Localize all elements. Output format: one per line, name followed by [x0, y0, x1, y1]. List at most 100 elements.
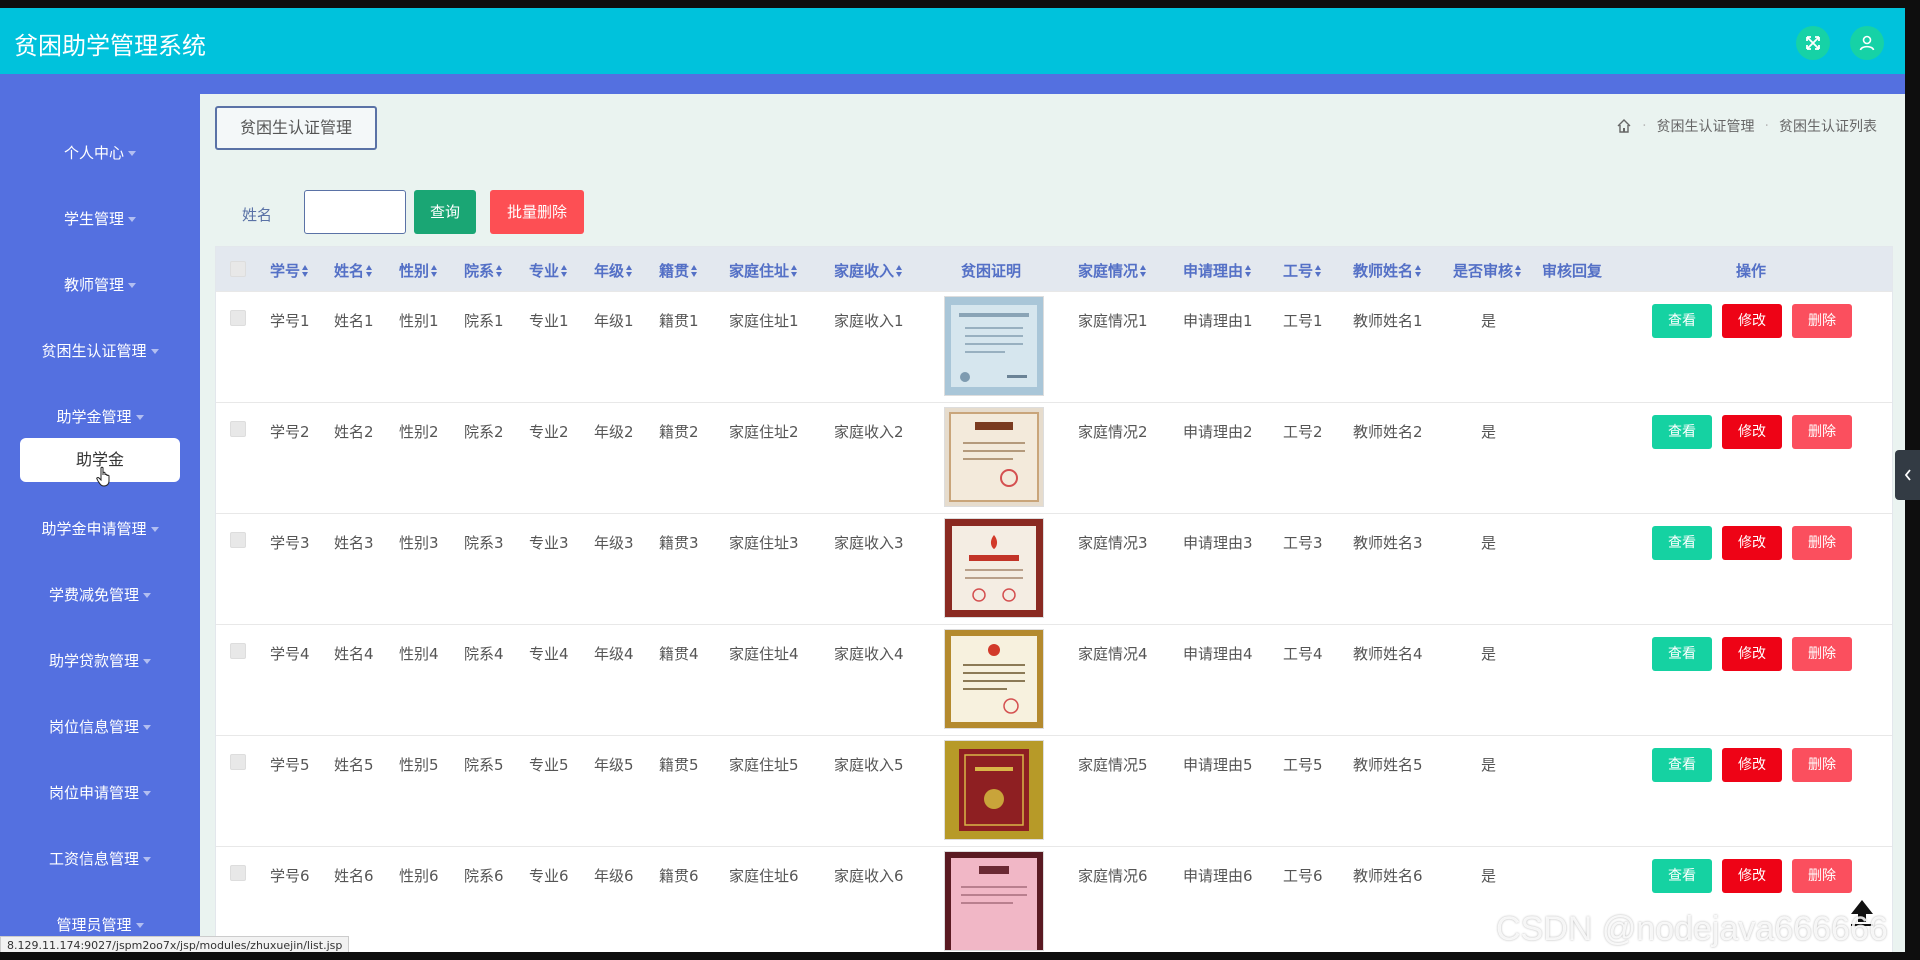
column-header-situation[interactable]: 家庭情况 — [1078, 260, 1148, 281]
breadcrumb-separator: · — [1642, 118, 1647, 134]
sidebar-item-job-info[interactable]: 岗位信息管理 — [0, 716, 200, 737]
sidebar-item-salary-info[interactable]: 工资信息管理 — [0, 848, 200, 869]
cell-income: 家庭收入4 — [834, 645, 904, 663]
proof-image-thumbnail[interactable] — [944, 851, 1044, 951]
view-button[interactable]: 查看 — [1652, 415, 1712, 449]
row-checkbox[interactable] — [230, 754, 246, 770]
sidebar-item-label: 岗位申请管理 — [48, 784, 139, 802]
breadcrumb-item[interactable]: 贫困生认证管理 — [1657, 116, 1755, 136]
hand-cursor-icon — [96, 466, 110, 487]
column-header-gonghao[interactable]: 工号 — [1283, 260, 1323, 281]
column-header-grade[interactable]: 年级 — [594, 260, 634, 281]
cell-xuehao: 学号5 — [270, 756, 310, 774]
sort-icon — [496, 265, 504, 277]
view-button[interactable]: 查看 — [1652, 859, 1712, 893]
proof-image-thumbnail[interactable] — [944, 296, 1044, 396]
view-button[interactable]: 查看 — [1652, 748, 1712, 782]
column-header-proof: 贫困证明 — [961, 262, 1022, 280]
cell-name: 姓名3 — [334, 534, 374, 552]
select-all-checkbox[interactable] — [230, 261, 246, 277]
cell-audited: 是 — [1481, 756, 1497, 774]
fullscreen-button[interactable] — [1796, 26, 1830, 60]
delete-button[interactable]: 删除 — [1792, 748, 1852, 782]
edit-button[interactable]: 修改 — [1722, 637, 1782, 671]
sidebar-item-poverty-cert[interactable]: 贫困生认证管理 — [0, 340, 200, 361]
proof-image-thumbnail[interactable] — [944, 629, 1044, 729]
query-button[interactable]: 查询 — [414, 190, 476, 234]
cell-reason: 申请理由4 — [1183, 645, 1253, 663]
name-search-input[interactable] — [304, 190, 406, 234]
edit-button[interactable]: 修改 — [1722, 304, 1782, 338]
column-header-major[interactable]: 专业 — [529, 260, 569, 281]
sidebar: 个人中心 学生管理 教师管理 贫困生认证管理 助学金管理 助学金 助学金申请管理… — [0, 94, 200, 952]
sidebar-item-grants[interactable]: 助学金管理 — [0, 406, 200, 427]
sidebar-item-personal-center[interactable]: 个人中心 — [0, 142, 200, 163]
cell-gender: 性别6 — [399, 867, 439, 885]
delete-button[interactable]: 删除 — [1792, 859, 1852, 893]
cell-reason: 申请理由1 — [1183, 312, 1253, 330]
column-header-reason[interactable]: 申请理由 — [1183, 260, 1253, 281]
cell-dept: 院系3 — [464, 534, 504, 552]
batch-delete-button[interactable]: 批量删除 — [490, 190, 584, 234]
column-header-gender[interactable]: 性别 — [399, 260, 439, 281]
column-header-actions: 操作 — [1736, 262, 1767, 280]
certificate-image — [945, 630, 1043, 728]
user-button[interactable] — [1850, 26, 1884, 60]
column-header-name[interactable]: 姓名 — [334, 260, 374, 281]
table-header: 学号 姓名 性别 院系 专业 年级 籍贯 家庭住址 家庭收入 贫困证明 家庭情况… — [216, 247, 1892, 291]
sidebar-item-student-loans[interactable]: 助学贷款管理 — [0, 650, 200, 671]
column-header-income[interactable]: 家庭收入 — [834, 260, 904, 281]
column-header-address[interactable]: 家庭住址 — [729, 260, 799, 281]
sidebar-item-students[interactable]: 学生管理 — [0, 208, 200, 229]
cell-situation: 家庭情况3 — [1078, 534, 1148, 552]
delete-button[interactable]: 删除 — [1792, 526, 1852, 560]
cell-address: 家庭住址1 — [729, 312, 799, 330]
column-header-dept[interactable]: 院系 — [464, 260, 504, 281]
cell-income: 家庭收入6 — [834, 867, 904, 885]
side-collapse-button[interactable] — [1895, 450, 1920, 500]
home-icon[interactable] — [1616, 118, 1632, 134]
breadcrumb: · 贫困生认证管理 · 贫困生认证列表 — [1616, 116, 1877, 136]
sort-icon — [431, 265, 439, 277]
view-button[interactable]: 查看 — [1652, 526, 1712, 560]
row-checkbox[interactable] — [230, 643, 246, 659]
cell-dept: 院系1 — [464, 312, 504, 330]
column-header-xuehao[interactable]: 学号 — [270, 260, 310, 281]
sort-icon — [691, 265, 699, 277]
edit-button[interactable]: 修改 — [1722, 748, 1782, 782]
cell-gonghao: 工号2 — [1283, 423, 1323, 441]
column-header-origin[interactable]: 籍贯 — [659, 260, 699, 281]
row-checkbox[interactable] — [230, 865, 246, 881]
proof-image-thumbnail[interactable] — [944, 740, 1044, 840]
sidebar-item-tuition-waiver[interactable]: 学费减免管理 — [0, 584, 200, 605]
submenu-item-grant[interactable]: 助学金 — [20, 438, 180, 487]
column-header-audited[interactable]: 是否审核 — [1453, 260, 1523, 281]
header-strip — [0, 74, 1905, 94]
cell-teacher: 教师姓名4 — [1353, 645, 1423, 663]
cell-gonghao: 工号6 — [1283, 867, 1323, 885]
cell-name: 姓名5 — [334, 756, 374, 774]
cell-income: 家庭收入2 — [834, 423, 904, 441]
row-checkbox[interactable] — [230, 421, 246, 437]
caret-down-icon — [135, 923, 144, 928]
edit-button[interactable]: 修改 — [1722, 859, 1782, 893]
cell-teacher: 教师姓名5 — [1353, 756, 1423, 774]
delete-button[interactable]: 删除 — [1792, 637, 1852, 671]
page-tag[interactable]: 贫困生认证管理 — [215, 106, 377, 150]
delete-button[interactable]: 删除 — [1792, 304, 1852, 338]
row-checkbox[interactable] — [230, 532, 246, 548]
edit-button[interactable]: 修改 — [1722, 526, 1782, 560]
column-header-teacher[interactable]: 教师姓名 — [1353, 260, 1423, 281]
view-button[interactable]: 查看 — [1652, 637, 1712, 671]
sidebar-item-job-applications[interactable]: 岗位申请管理 — [0, 782, 200, 803]
delete-button[interactable]: 删除 — [1792, 415, 1852, 449]
sidebar-item-admins[interactable]: 管理员管理 — [0, 914, 200, 935]
sidebar-item-teachers[interactable]: 教师管理 — [0, 274, 200, 295]
name-field-label: 姓名 — [242, 206, 273, 224]
row-checkbox[interactable] — [230, 310, 246, 326]
edit-button[interactable]: 修改 — [1722, 415, 1782, 449]
sidebar-item-grant-applications[interactable]: 助学金申请管理 — [0, 518, 200, 539]
proof-image-thumbnail[interactable] — [944, 518, 1044, 618]
view-button[interactable]: 查看 — [1652, 304, 1712, 338]
proof-image-thumbnail[interactable] — [944, 407, 1044, 507]
